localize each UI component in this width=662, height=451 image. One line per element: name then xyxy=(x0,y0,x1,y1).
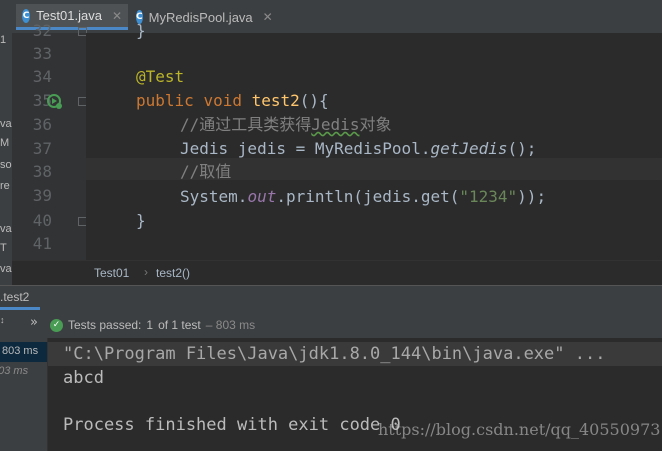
line-number: 39 xyxy=(32,186,52,205)
run-test-icon[interactable] xyxy=(46,93,64,111)
run-config-title[interactable]: .test2 xyxy=(0,290,29,304)
test-tree-time: 803 ms xyxy=(2,345,39,357)
code-line-37: Jedis jedis = MyRedisPool.getJedis(); xyxy=(180,139,537,158)
line-number: 36 xyxy=(32,115,52,134)
tests-duration: – 803 ms xyxy=(205,318,256,332)
caret-line-highlight xyxy=(86,158,662,180)
line-number: 32 xyxy=(32,21,52,40)
code-line-32: } xyxy=(136,21,146,40)
breadcrumb: Test01 › test2() xyxy=(12,260,662,285)
project-item[interactable]: T xyxy=(0,242,7,254)
test-tree-time: 803 ms xyxy=(0,365,29,377)
code-line-34: @Test xyxy=(136,67,185,86)
test-tree-row[interactable]: 803 ms xyxy=(0,362,47,382)
tab-overflow[interactable] xyxy=(0,4,12,30)
close-icon[interactable]: ✕ xyxy=(112,9,122,23)
code-line-35: public void test2(){ xyxy=(136,91,329,110)
project-item[interactable]: M xyxy=(0,137,9,149)
tests-passed-label: Tests passed: xyxy=(68,318,142,332)
test-status-bar: ↕ » ✓ Tests passed: 1 of 1 test – 803 ms xyxy=(0,311,662,339)
expand-more-icon[interactable]: » xyxy=(30,315,38,330)
sort-icon[interactable]: ↕ xyxy=(0,315,5,325)
project-item[interactable]: re xyxy=(0,180,10,192)
tab-myredispool[interactable]: C MyRedisPool.java ✕ xyxy=(130,4,276,30)
line-number: 33 xyxy=(32,44,52,63)
code-editor[interactable]: } @Test public void test2(){ //通过工具类获得Je… xyxy=(86,21,662,260)
editor-tab-bar: C Test01.java ✕ C MyRedisPool.java ✕ xyxy=(0,0,662,33)
close-icon[interactable]: ✕ xyxy=(263,10,273,24)
tests-passed-count: 1 xyxy=(146,318,154,332)
code-line-40: } xyxy=(136,211,146,230)
tests-total: of 1 test xyxy=(158,318,201,332)
test-passed-icon: ✓ xyxy=(50,318,63,332)
tab-label: MyRedisPool.java xyxy=(148,9,253,25)
line-number: 41 xyxy=(32,234,52,253)
line-number: 40 xyxy=(32,211,52,230)
line-number: 34 xyxy=(32,67,52,86)
console-command[interactable]: "C:\Program Files\Java\jdk1.8.0_144\bin\… xyxy=(63,344,605,364)
project-item[interactable]: va xyxy=(0,263,12,275)
project-panel-edge: 1 va M so re va T va xyxy=(0,33,12,285)
run-console[interactable]: "C:\Program Files\Java\jdk1.8.0_144\bin\… xyxy=(48,338,662,451)
run-tool-window-header: .test2 xyxy=(0,285,662,311)
code-line-38: //取值 xyxy=(180,162,232,181)
console-output-line: abcd xyxy=(63,368,104,388)
console-exit-message: Process finished with exit code 0 xyxy=(63,415,401,435)
project-item[interactable]: va xyxy=(0,223,12,235)
breadcrumb-class[interactable]: Test01 xyxy=(94,266,129,280)
project-item[interactable]: so xyxy=(0,159,12,171)
line-number-gutter: 32 33 34 35 36 37 38 39 40 41 xyxy=(12,21,87,260)
tests-passed-status: ✓ Tests passed: 1 of 1 test – 803 ms xyxy=(50,318,255,332)
breadcrumb-method[interactable]: test2() xyxy=(156,266,190,280)
project-item[interactable]: 1 xyxy=(0,34,6,46)
project-item[interactable]: va xyxy=(0,118,12,130)
test-tree-row-selected[interactable]: 803 ms xyxy=(0,342,47,362)
test-tree: 803 ms 803 ms xyxy=(0,338,48,451)
active-tab-indicator xyxy=(0,307,40,310)
code-line-36: //通过工具类获得Jedis对象 xyxy=(180,115,392,134)
watermark-text: https://blog.csdn.net/qq_40550973 xyxy=(378,420,661,439)
line-number: 37 xyxy=(32,139,52,158)
code-line-39: System.out.println(jedis.get("1234")); xyxy=(180,187,547,206)
line-number: 38 xyxy=(32,162,52,181)
breadcrumb-separator: › xyxy=(144,265,148,279)
